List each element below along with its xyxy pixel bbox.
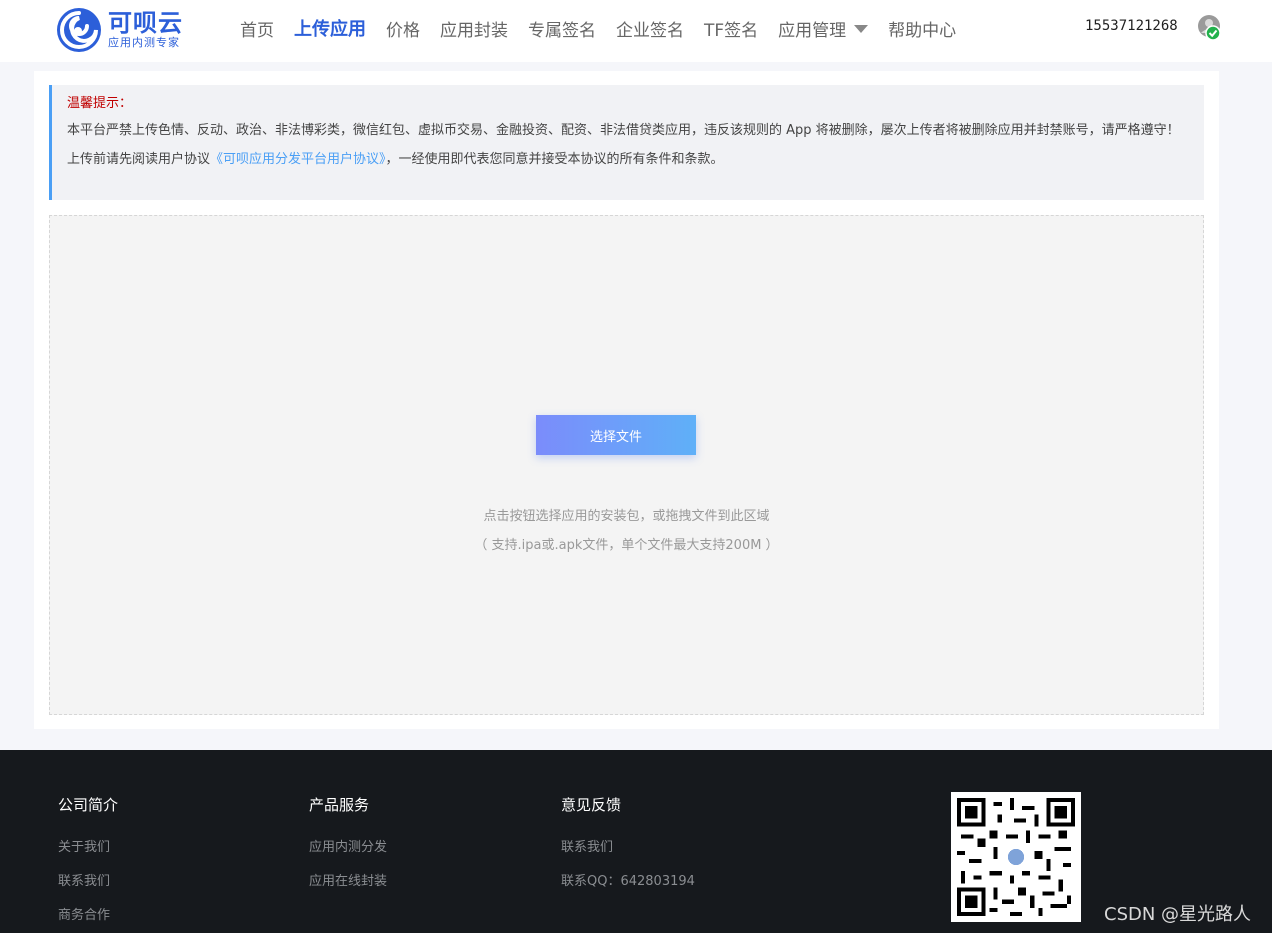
main-nav: 首页 上传应用 价格 应用封装 专属签名 企业签名 TF签名 应用管理 帮助中心: [240, 0, 976, 56]
agreement-prefix: 上传前请先阅读用户协议: [67, 152, 211, 167]
choose-file-button[interactable]: 选择文件: [536, 415, 696, 455]
footer-col-title: 产品服务: [309, 796, 370, 814]
user-agreement-link[interactable]: 《可呗应用分发平台用户协议》: [210, 152, 386, 167]
notice-box: 温馨提示： 本平台严禁上传色情、反动、政治、非法博彩类，微信红包、虚拟币交易、金…: [49, 85, 1204, 200]
file-drop-zone[interactable]: 选择文件 点击按钮选择应用的安装包，或拖拽文件到此区域 （ 支持.ipa或.ap…: [49, 215, 1204, 715]
logo[interactable]: 可呗云 应用内测专家: [56, 6, 196, 54]
logo-swirl-icon: [57, 8, 101, 52]
agreement-suffix: ，一经使用即代表您同意并接受本协议的所有条件和条款。: [385, 152, 724, 167]
nav-enterprise-sign[interactable]: 企业签名: [616, 16, 684, 41]
top-header: 可呗云 应用内测专家 首页 上传应用 价格 应用封装 专属签名 企业签名 TF签…: [0, 0, 1272, 62]
footer-link-contact[interactable]: 联系我们: [58, 873, 118, 891]
drop-hint: 点击按钮选择应用的安装包，或拖拽文件到此区域: [483, 509, 770, 524]
nav-exclusive-sign[interactable]: 专属签名: [528, 16, 596, 41]
footer-link-contact-us[interactable]: 联系我们: [561, 839, 695, 857]
nav-tf-sign[interactable]: TF签名: [704, 16, 758, 41]
site-footer: 公司简介 关于我们 联系我们 商务合作 产品服务 应用内测分发 应用在线封装 意…: [0, 750, 1272, 933]
user-verified-icon[interactable]: [1197, 14, 1223, 42]
footer-col-title: 公司简介: [58, 796, 119, 814]
footer-link-online-wrap[interactable]: 应用在线封装: [309, 873, 387, 891]
csdn-watermark: CSDN @星光路人: [1104, 904, 1252, 925]
logo-title: 可呗云: [108, 9, 183, 37]
nav-app-management[interactable]: 应用管理: [778, 16, 869, 41]
footer-col-title: 意见反馈: [561, 796, 622, 814]
nav-home[interactable]: 首页: [240, 16, 274, 41]
nav-help-center[interactable]: 帮助中心: [888, 16, 956, 41]
footer-col-feedback: 意见反馈 联系我们 联系QQ：642803194: [561, 795, 695, 891]
footer-col-company: 公司简介 关于我们 联系我们 商务合作: [58, 795, 118, 925]
nav-upload-app[interactable]: 上传应用: [294, 15, 366, 41]
nav-app-management-label: 应用管理: [778, 20, 847, 41]
logo-subtitle: 应用内测专家: [108, 36, 180, 49]
chevron-down-icon: [854, 25, 869, 33]
file-type-hint: （ 支持.ipa或.apk文件，单个文件最大支持200M ）: [474, 538, 779, 553]
footer-col-products: 产品服务 应用内测分发 应用在线封装: [309, 795, 387, 891]
footer-link-beta-distribution[interactable]: 应用内测分发: [309, 839, 387, 857]
footer-link-qq[interactable]: 联系QQ：642803194: [561, 873, 695, 891]
qr-code-icon: [951, 792, 1081, 922]
nav-app-wrap[interactable]: 应用封装: [440, 16, 508, 41]
account-phone[interactable]: 15537121268: [1085, 18, 1178, 34]
nav-pricing[interactable]: 价格: [386, 16, 420, 41]
notice-body: 本平台严禁上传色情、反动、政治、非法博彩类，微信红包、虚拟币交易、金融投资、配资…: [67, 123, 1180, 138]
upload-panel: 温馨提示： 本平台严禁上传色情、反动、政治、非法博彩类，微信红包、虚拟币交易、金…: [34, 71, 1219, 729]
footer-link-business[interactable]: 商务合作: [58, 907, 118, 925]
notice-title: 温馨提示：: [67, 96, 133, 111]
notice-agreement: 上传前请先阅读用户协议《可呗应用分发平台用户协议》，一经使用即代表您同意并接受本…: [67, 150, 1189, 170]
footer-link-about[interactable]: 关于我们: [58, 839, 118, 857]
